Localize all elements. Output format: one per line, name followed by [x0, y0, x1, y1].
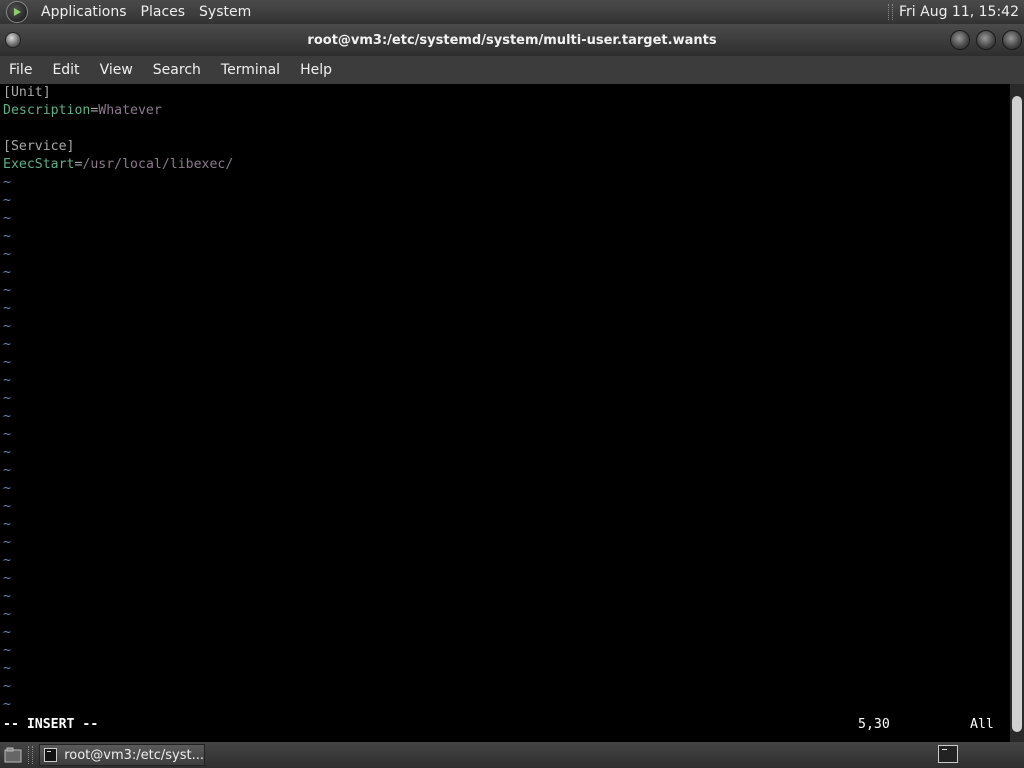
window-title: root@vm3:/etc/systemd/system/multi-user.… — [307, 32, 717, 48]
empty-line-tilde: ~ — [3, 391, 11, 406]
empty-line-tilde: ~ — [3, 679, 11, 694]
empty-line-tilde: ~ — [3, 427, 11, 442]
empty-buffer-lines: ~ ~ ~ ~ ~ ~ ~ ~ ~ ~ ~ ~ ~ ~ ~ ~ ~ ~ ~ ~ ~ ~ ~ ~ ~ ~ ~ ~ ~ ~ — [0, 174, 1010, 714]
vim-statusline: -- INSERT -- 5,30 All — [0, 716, 1010, 734]
config-value: /usr/local/libexec/ — [82, 157, 234, 172]
menu-view[interactable]: View — [90, 62, 143, 78]
empty-line-tilde: ~ — [3, 499, 11, 514]
empty-line-tilde: ~ — [3, 175, 11, 190]
show-desktop-button[interactable] — [2, 745, 24, 765]
window-menu-icon[interactable] — [5, 32, 21, 48]
scrollbar-thumb[interactable] — [1012, 96, 1022, 732]
config-key: ExecStart — [3, 157, 75, 172]
system-menu[interactable]: System — [192, 4, 258, 20]
cursor-position: 5,30 — [858, 717, 890, 732]
empty-line-tilde: ~ — [3, 607, 11, 622]
section-header: [Unit] — [3, 85, 51, 100]
minimize-button[interactable] — [950, 30, 970, 50]
config-value: Whatever — [98, 103, 162, 118]
menu-file[interactable]: File — [0, 62, 42, 78]
empty-line-tilde: ~ — [3, 211, 11, 226]
show-desktop-icon — [4, 747, 22, 763]
taskbar-terminal-window[interactable]: root@vm3:/etc/syst... — [39, 744, 205, 766]
empty-line-tilde: ~ — [3, 625, 11, 640]
applications-logo-icon[interactable] — [6, 1, 28, 23]
empty-line-tilde: ~ — [3, 697, 11, 712]
places-menu[interactable]: Places — [134, 4, 193, 20]
config-key: Description — [3, 103, 91, 118]
close-button[interactable] — [1002, 30, 1022, 50]
taskbar-task-label: root@vm3:/etc/syst... — [64, 747, 204, 763]
empty-line-tilde: ~ — [3, 553, 11, 568]
empty-line-tilde: ~ — [3, 589, 11, 604]
empty-line-tilde: ~ — [3, 283, 11, 298]
scroll-position: All — [970, 717, 994, 732]
terminal-editor[interactable]: [Unit] Description=Whatever [Service] Ex… — [0, 84, 1010, 742]
empty-line-tilde: ~ — [3, 229, 11, 244]
terminal-tray-icon[interactable] — [938, 745, 958, 763]
empty-line-tilde: ~ — [3, 571, 11, 586]
empty-line-tilde: ~ — [3, 463, 11, 478]
applications-menu[interactable]: Applications — [34, 4, 134, 20]
editor-line: ExecStart=/usr/local/libexec/ — [0, 156, 1010, 174]
clock[interactable]: Fri Aug 11, 15:42 — [899, 4, 1024, 20]
empty-line-tilde: ~ — [3, 661, 11, 676]
empty-line-tilde: ~ — [3, 373, 11, 388]
empty-line-tilde: ~ — [3, 265, 11, 280]
panel-separator — [888, 4, 894, 20]
empty-line-tilde: ~ — [3, 481, 11, 496]
window-buttons — [950, 30, 1022, 50]
empty-line-tilde: ~ — [3, 337, 11, 352]
maximize-button[interactable] — [976, 30, 996, 50]
editor-line: [Unit] — [0, 84, 1010, 102]
terminal-scrollbar[interactable] — [1010, 84, 1024, 742]
terminal-icon — [44, 748, 58, 762]
panel-right: Fri Aug 11, 15:42 — [888, 0, 1024, 24]
empty-line-tilde: ~ — [3, 517, 11, 532]
empty-line-tilde: ~ — [3, 319, 11, 334]
menu-help[interactable]: Help — [290, 62, 342, 78]
section-header: [Service] — [3, 139, 75, 154]
editor-line: Description=Whatever — [0, 102, 1010, 120]
taskbar-separator — [28, 746, 33, 764]
editor-line: [Service] — [0, 138, 1010, 156]
empty-line-tilde: ~ — [3, 301, 11, 316]
empty-line-tilde: ~ — [3, 445, 11, 460]
empty-line-tilde: ~ — [3, 193, 11, 208]
empty-line-tilde: ~ — [3, 355, 11, 370]
empty-line-tilde: ~ — [3, 535, 11, 550]
vim-mode: -- INSERT -- — [3, 717, 99, 732]
menu-terminal[interactable]: Terminal — [211, 62, 290, 78]
menu-edit[interactable]: Edit — [42, 62, 89, 78]
top-panel: Applications Places System Fri Aug 11, 1… — [0, 0, 1024, 24]
empty-line-tilde: ~ — [3, 247, 11, 262]
empty-line-tilde: ~ — [3, 409, 11, 424]
empty-line-tilde: ~ — [3, 643, 11, 658]
window-titlebar[interactable]: root@vm3:/etc/systemd/system/multi-user.… — [0, 24, 1024, 56]
menu-search[interactable]: Search — [143, 62, 211, 78]
terminal-menubar: File Edit View Search Terminal Help — [0, 56, 1024, 84]
bottom-panel: root@vm3:/etc/syst... — [0, 742, 1024, 768]
